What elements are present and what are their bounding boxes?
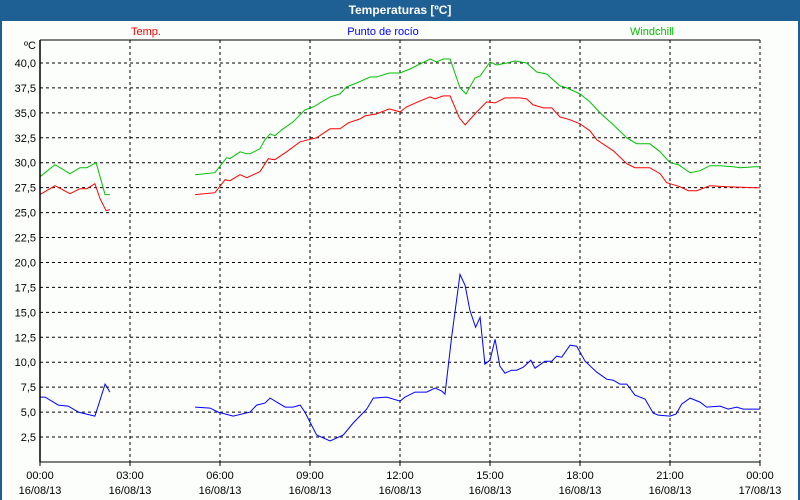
y-tick-label: 37,5: [15, 83, 36, 95]
y-tick-label: 15,0: [15, 307, 36, 319]
series-line-dew-point: [195, 272, 760, 442]
x-tick-time: 15:00: [476, 470, 504, 482]
x-tick-time: 03:00: [116, 470, 144, 482]
y-tick-label: 40,0: [15, 58, 36, 70]
x-tick-date: 16/08/13: [649, 485, 692, 497]
grid: [40, 40, 761, 462]
y-tick-label: 2,5: [21, 432, 36, 444]
x-tick-date: 16/08/13: [199, 485, 242, 497]
x-tick-time: 00:00: [26, 470, 54, 482]
x-tick-date: 16/08/13: [379, 485, 422, 497]
series-line-temp: [195, 95, 760, 196]
x-tick-date: 16/08/13: [559, 485, 602, 497]
temperature-chart: 2,5 5,0 7,5 10,0 12,5 15,0 17,5 20,0 22,5 25,0 27,…: [15, 26, 782, 497]
y-tick-label: 22,5: [15, 233, 36, 245]
y-tick-label: 27,5: [15, 183, 36, 195]
legend-temp: Temp.: [131, 26, 161, 38]
y-tick-label: 32,5: [15, 133, 36, 145]
y-tick-label: 25,0: [15, 208, 36, 220]
x-tick-date: 17/08/13: [739, 485, 782, 497]
y-tick-label: 12,5: [15, 332, 36, 344]
y-tick-label: 10,0: [15, 357, 36, 369]
x-tick-date: 16/08/13: [19, 485, 62, 497]
y-tick-label: 5,0: [21, 407, 36, 419]
x-tick-time: 18:00: [566, 470, 594, 482]
y-tick-label: 35,0: [15, 108, 36, 120]
y-tick-label: 17,5: [15, 282, 36, 294]
x-tick-time: 21:00: [656, 470, 684, 482]
y-axis-unit-label: ºC: [24, 40, 36, 52]
series-line-windchill: [195, 58, 760, 176]
legend-dew-point: Punto de rocío: [347, 26, 419, 38]
x-tick-date: 16/08/13: [289, 485, 332, 497]
x-tick-time: 00:00: [746, 470, 774, 482]
x-tick-time: 06:00: [206, 470, 234, 482]
y-tick-label: 30,0: [15, 158, 36, 170]
series-line-windchill: [39, 161, 110, 196]
x-tick-date: 16/08/13: [469, 485, 512, 497]
legend-windchill: Windchill: [630, 26, 674, 38]
y-tick-label: 7,5: [21, 382, 36, 394]
y-tick-label: 20,0: [15, 257, 36, 269]
x-tick-date: 16/08/13: [109, 485, 152, 497]
series-line-temp: [39, 182, 111, 212]
x-tick-time: 09:00: [296, 470, 324, 482]
series-line-dew-point: [40, 382, 111, 417]
x-tick-time: 12:00: [386, 470, 414, 482]
